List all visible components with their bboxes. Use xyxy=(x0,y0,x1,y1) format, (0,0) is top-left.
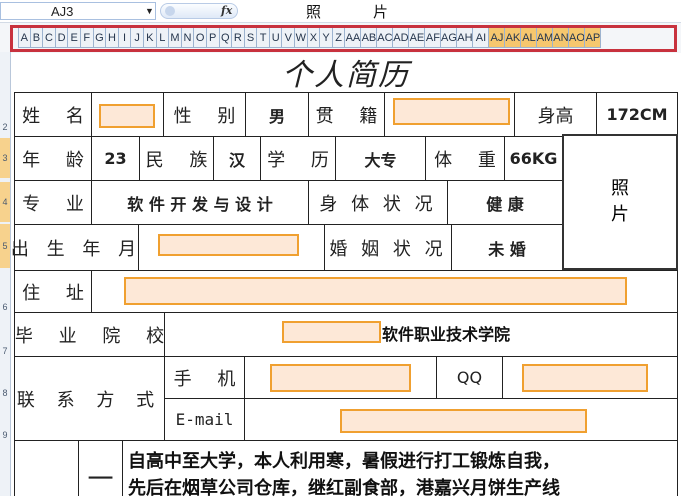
formula-bar-grip-icon xyxy=(165,6,175,16)
address-label: 住 址 xyxy=(14,270,91,312)
school-input[interactable] xyxy=(282,321,381,343)
qq-input[interactable] xyxy=(522,364,648,392)
native-label: 贯 籍 xyxy=(308,92,384,136)
birth-input[interactable] xyxy=(158,234,299,256)
formula-bar-content[interactable]: 照片 xyxy=(306,1,440,22)
phone-input[interactable] xyxy=(270,364,411,392)
row-header[interactable]: 4 xyxy=(0,182,10,222)
address-input[interactable] xyxy=(124,277,627,305)
age-value[interactable]: 23 xyxy=(91,136,139,180)
experience-spacer xyxy=(14,440,78,496)
contact-label: 联 系 方 式 xyxy=(14,356,164,440)
native-input[interactable] xyxy=(393,98,510,125)
birth-label: 出 生 年 月 xyxy=(11,224,138,270)
health-label: 身 体 状 况 xyxy=(308,180,447,224)
formula-bar: AJ3 ▼ fx 照片 xyxy=(0,0,681,22)
row-header-strip: 2 3 4 5 6 7 8 9 xyxy=(0,52,11,496)
experience-line: 自高中至大学，本人利用寒，暑假进行打工锻炼自我， xyxy=(128,451,560,472)
school-value: 软件职业技术学院 xyxy=(382,325,511,344)
resume-title: 个人简历 xyxy=(282,58,410,93)
row-header[interactable]: 3 xyxy=(0,138,10,178)
highlight-annotation-box xyxy=(10,25,677,52)
row-header[interactable]: 6 xyxy=(0,302,10,312)
edu-value[interactable]: 大专 xyxy=(335,136,425,180)
name-input[interactable] xyxy=(99,104,155,128)
age-label: 年 龄 xyxy=(14,136,91,180)
insert-function-button[interactable]: fx xyxy=(160,3,238,19)
ethnic-value[interactable]: 汉 xyxy=(213,136,260,180)
qq-label: QQ xyxy=(436,356,502,398)
school-label: 毕 业 院 校 xyxy=(14,312,164,356)
name-label: 姓 名 xyxy=(14,92,91,136)
gender-value[interactable]: 男 xyxy=(245,92,308,136)
experience-section-mark: 一 xyxy=(78,440,122,496)
height-value[interactable]: 172CM xyxy=(596,92,678,136)
name-box[interactable]: AJ3 ▼ xyxy=(0,2,156,20)
experience-line: 先后在烟草公司仓库，继红副食部，港嘉兴月饼生产线 xyxy=(128,478,560,499)
name-box-dropdown-icon[interactable]: ▼ xyxy=(145,6,154,16)
height-label: 身高 xyxy=(514,92,596,136)
weight-label: 体 重 xyxy=(425,136,504,180)
marital-value[interactable]: 未 婚 xyxy=(451,224,562,270)
row-header[interactable]: 8 xyxy=(0,388,10,398)
fx-icon: fx xyxy=(221,4,233,17)
photo-cell[interactable]: 照 片 xyxy=(562,134,678,270)
email-label: E-mail xyxy=(164,398,244,440)
ethnic-label: 民 族 xyxy=(139,136,213,180)
gender-label: 性 别 xyxy=(163,92,245,136)
row-header[interactable]: 7 xyxy=(0,346,10,356)
major-label: 专 业 xyxy=(14,180,91,224)
name-box-value: AJ3 xyxy=(51,4,74,19)
edu-label: 学 历 xyxy=(260,136,335,180)
row-header[interactable]: 2 xyxy=(0,122,10,132)
email-input[interactable] xyxy=(340,409,587,433)
phone-label: 手 机 xyxy=(164,356,244,398)
marital-label: 婚 姻 状 况 xyxy=(324,224,451,270)
row-header[interactable]: 5 xyxy=(0,224,10,268)
weight-value[interactable]: 66KG xyxy=(504,136,562,180)
health-value[interactable]: 健 康 xyxy=(447,180,562,224)
major-value[interactable]: 软 件 开 发 与 设 计 xyxy=(91,180,308,224)
row-header[interactable]: 9 xyxy=(0,430,10,440)
